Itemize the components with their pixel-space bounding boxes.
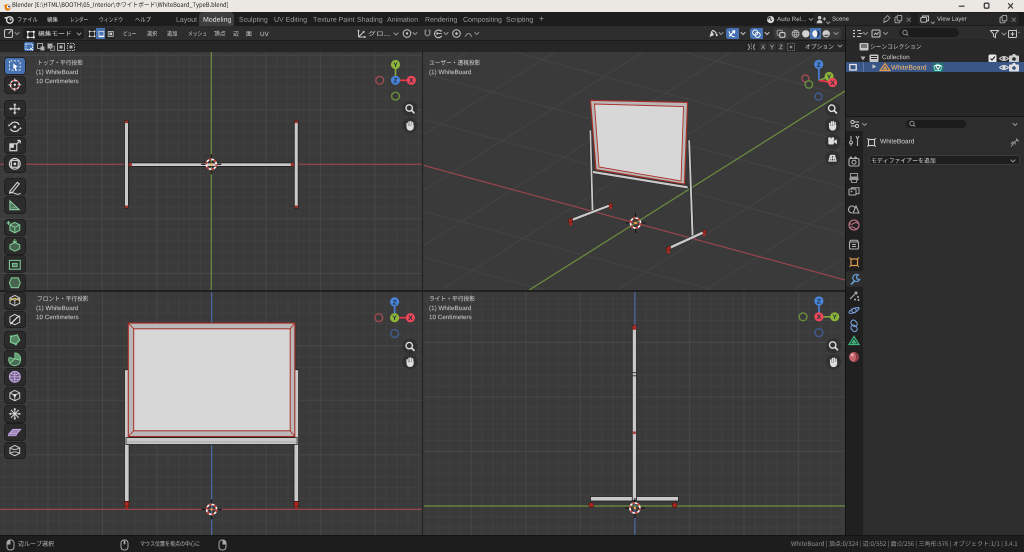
svg-text:Z: Z (816, 62, 820, 69)
svg-text:X: X (409, 78, 414, 85)
svg-text:Z: Z (816, 298, 820, 305)
svg-text:Y: Y (392, 315, 397, 322)
svg-text:X: X (408, 315, 413, 322)
svg-text:Y: Y (832, 314, 837, 321)
svg-text:X: X (830, 80, 835, 87)
svg-text:Y: Y (393, 62, 398, 69)
svg-text:X: X (816, 314, 821, 321)
svg-text:Z: Z (394, 78, 398, 85)
svg-text:Z: Z (393, 299, 397, 306)
